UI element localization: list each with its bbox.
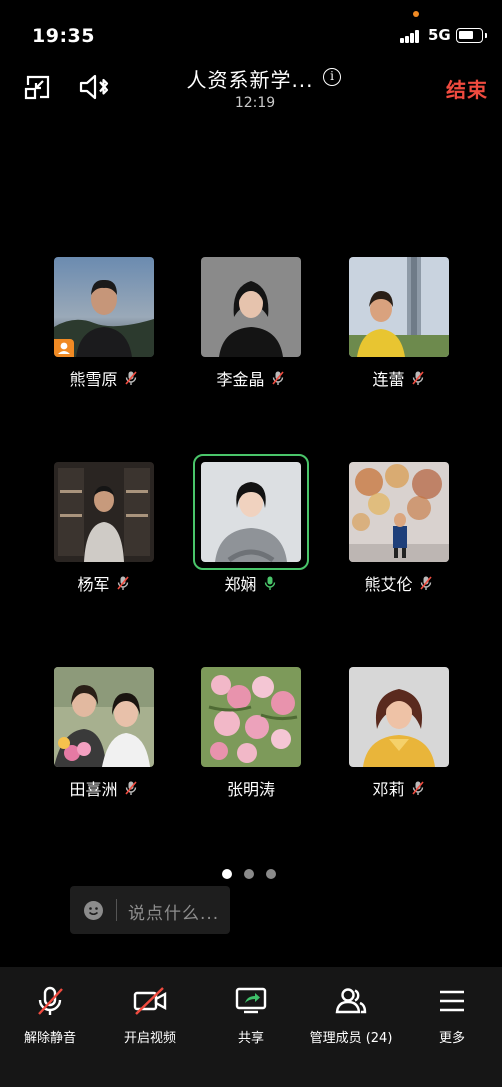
signal-icon [400,30,420,43]
participant-tile[interactable]: 田喜洲 [54,667,154,799]
mic-muted-icon [38,986,63,1015]
participant-name: 张明涛 [226,780,275,799]
host-badge-icon [54,339,74,357]
info-icon[interactable]: i [323,68,341,86]
unmute-label: 解除静音 [23,1031,76,1046]
emoji-icon[interactable] [84,901,103,920]
status-time: 19:35 [32,25,95,47]
participant-avatar [54,667,154,767]
participant-avatar [54,462,154,562]
mic-muted-icon [124,781,137,795]
mic-muted-icon [124,371,137,385]
participant-avatar [349,667,449,767]
participant-name: 连蕾 [372,370,405,389]
start-video-button[interactable]: 开启视频 [100,967,200,1046]
battery-icon [456,28,487,43]
participant-name: 熊艾伦 [364,575,413,594]
meeting-title[interactable]: 人资系新学... [150,64,350,93]
participant-tile[interactable]: 杨军 [54,462,154,594]
recording-indicator-dot [413,11,419,17]
video-off-icon [133,987,167,1015]
participant-tile[interactable]: 熊艾伦 [349,462,449,594]
participant-name: 邓莉 [372,780,405,799]
members-icon [335,988,367,1014]
manage-members-label: 管理成员 (24) [309,1031,393,1046]
participant-avatar [349,257,449,357]
participant-avatar [349,462,449,562]
start-video-label: 开启视频 [123,1031,176,1046]
page-dot-2[interactable] [244,869,254,879]
participant-tile[interactable]: 熊雪原 [54,257,154,389]
manage-members-button[interactable]: 管理成员 (24) [301,967,401,1046]
share-screen-icon [235,987,267,1014]
network-type: 5G [428,26,451,44]
minimize-window-icon[interactable] [22,72,52,102]
participant-tile[interactable]: 郑娴 [193,454,309,594]
menu-icon [440,990,464,1012]
participant-name: 郑娴 [224,575,257,594]
participant-tile[interactable]: 连蕾 [349,257,449,389]
meeting-duration: 12:19 [234,95,276,111]
chat-divider [116,899,117,921]
more-label: 更多 [438,1031,465,1046]
mic-muted-icon [271,371,284,385]
more-button[interactable]: 更多 [402,967,502,1046]
mic-speaking-icon [264,576,275,590]
speaker-bluetooth-icon[interactable] [78,72,109,102]
end-meeting-button[interactable]: 结束 [446,74,488,103]
mic-muted-icon [116,576,129,590]
chat-input[interactable]: 说点什么... [70,886,230,934]
participant-tile[interactable]: 张明涛 [201,667,301,799]
participant-avatar [201,667,301,767]
mic-muted-icon [411,781,424,795]
meeting-toolbar: 解除静音 开启视频 共享 管理成员 (24) 更多 [0,967,502,1087]
participant-avatar [201,257,301,357]
participant-tile[interactable]: 李金晶 [201,257,301,389]
participant-name: 李金晶 [216,370,265,389]
participant-avatar [54,257,154,357]
chat-placeholder[interactable]: 说点什么... [128,899,219,924]
share-label: 共享 [237,1031,264,1046]
mic-muted-icon [419,576,432,590]
page-dot-3[interactable] [266,869,276,879]
page-dot-1[interactable] [222,869,232,879]
participant-tile[interactable]: 邓莉 [349,667,449,799]
participant-name: 熊雪原 [69,370,118,389]
participant-name: 杨军 [77,575,110,594]
participant-name: 田喜洲 [69,780,118,799]
participant-avatar [201,462,301,562]
unmute-button[interactable]: 解除静音 [0,967,100,1046]
mic-muted-icon [411,371,424,385]
share-button[interactable]: 共享 [201,967,301,1046]
page-indicator[interactable] [222,869,276,879]
